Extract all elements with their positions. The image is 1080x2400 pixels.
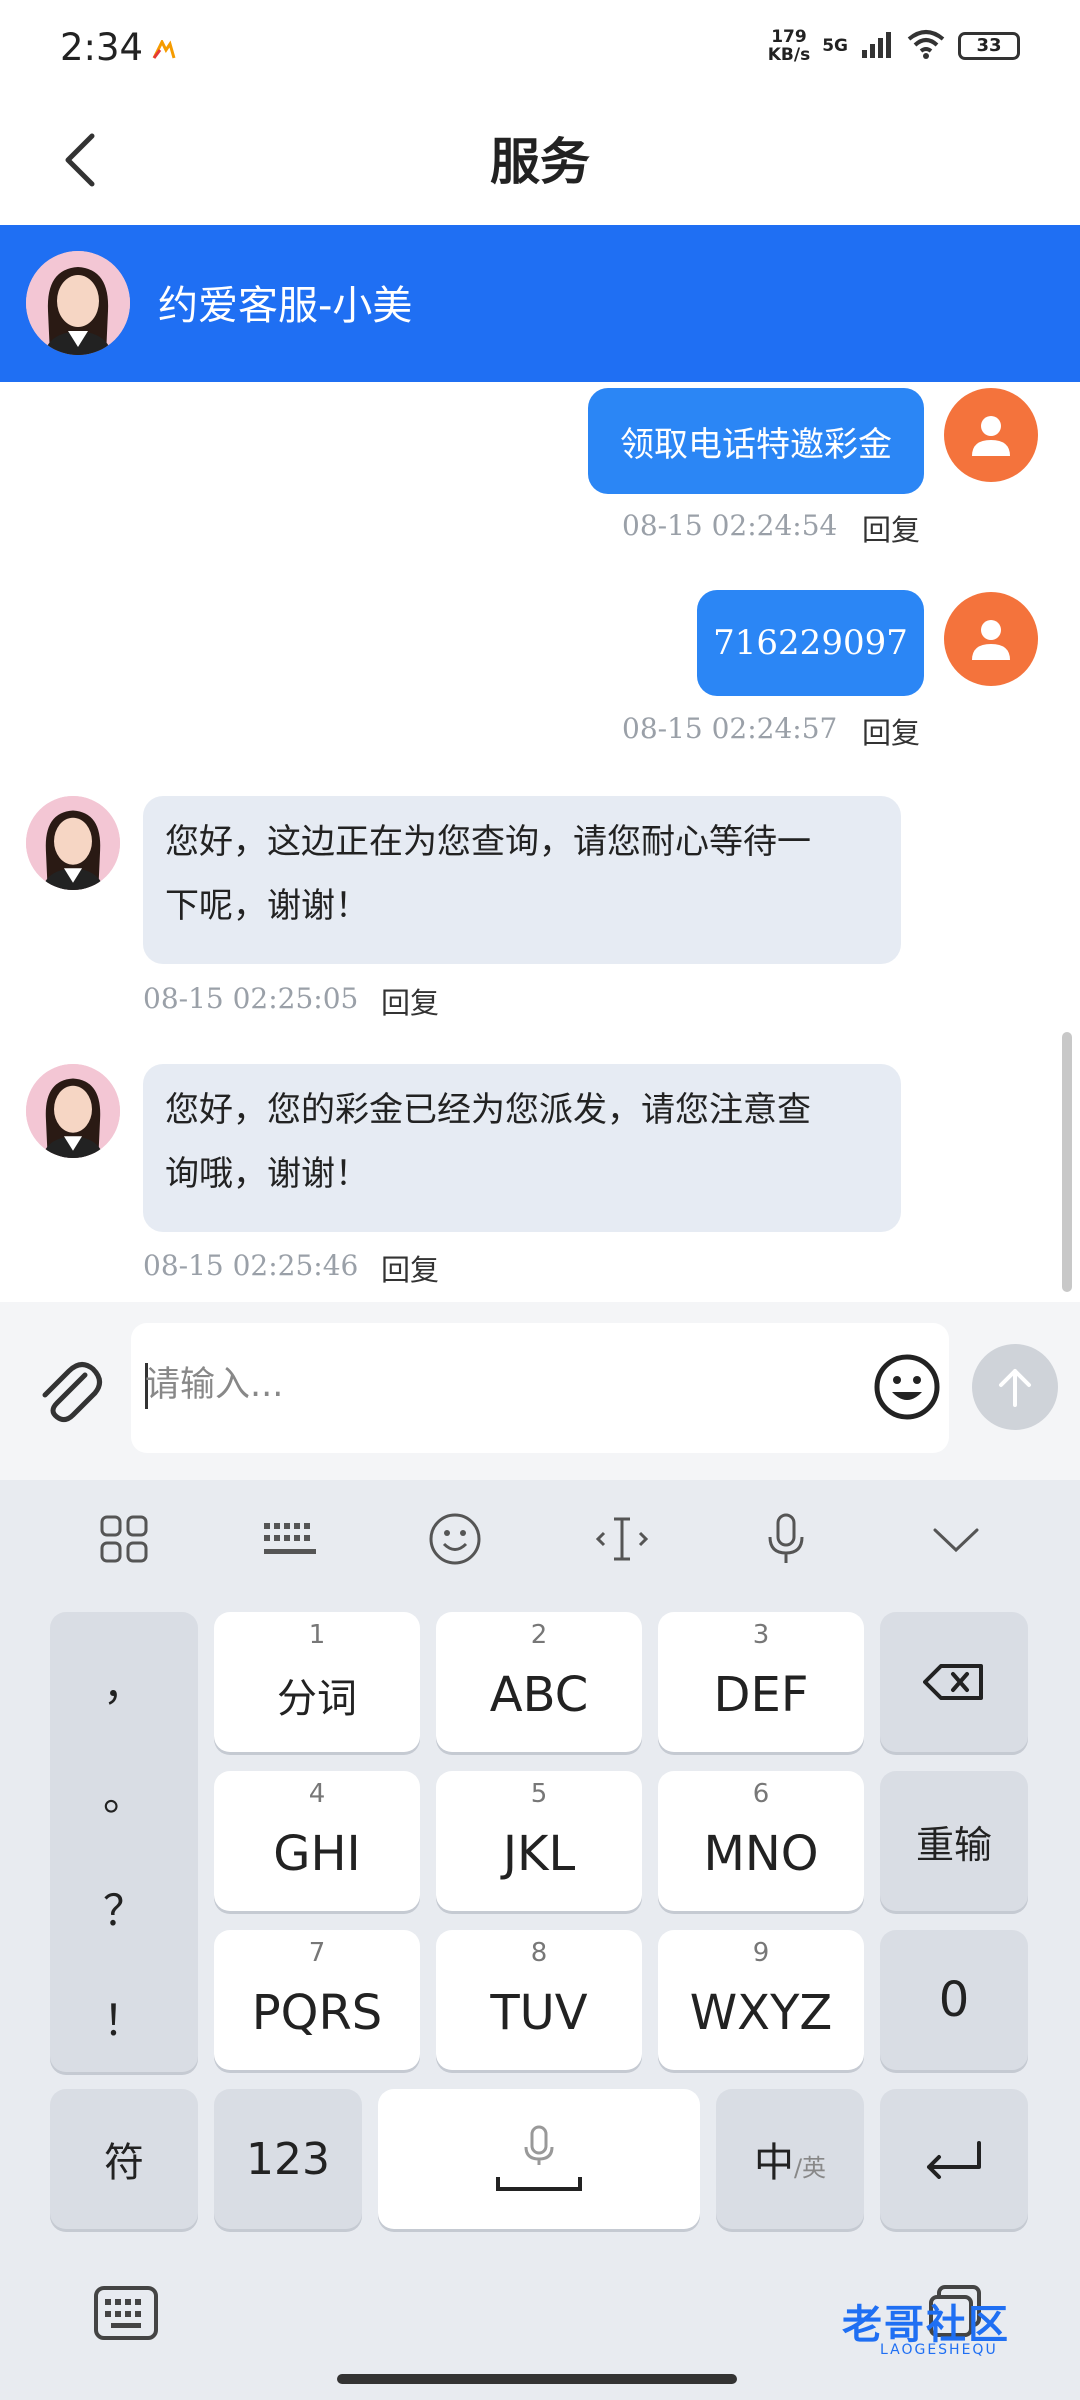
status-time: 2:34 — [60, 26, 144, 69]
microphone-icon — [768, 1513, 804, 1563]
key-1[interactable]: 1 分词 — [214, 1612, 420, 1752]
status-bar: 2:34 179 KB/s 5G 33 — [0, 0, 1080, 100]
reply-link[interactable]: 回复 — [862, 507, 920, 549]
message-text-line: 询哦，谢谢！ — [165, 1154, 369, 1194]
punctuation-column[interactable]: ， 。 ？ ！ — [50, 1612, 198, 2072]
smiley-icon — [874, 1354, 940, 1420]
agent-avatar — [26, 1064, 120, 1158]
user-icon — [972, 416, 1010, 456]
chat-scrollbar[interactable] — [1062, 1032, 1072, 1292]
message-text: 716229097 — [713, 623, 908, 663]
user-avatar — [944, 592, 1038, 686]
agent-name: 约爱客服-小美 — [158, 283, 413, 329]
wifi-icon — [906, 29, 946, 63]
reply-link[interactable]: 回复 — [862, 710, 920, 752]
outgoing-message-bubble[interactable]: 领取电话特邀彩金 — [588, 388, 924, 494]
network-speed: 179 KB/s — [767, 27, 811, 65]
key-6[interactable]: 6 MNO — [658, 1771, 864, 1911]
message-text-line: 下呢，谢谢！ — [165, 886, 369, 926]
agent-avatar — [26, 796, 120, 890]
key-4[interactable]: 4 GHI — [214, 1771, 420, 1911]
user-avatar — [944, 388, 1038, 482]
reply-link[interactable]: 回复 — [381, 1247, 439, 1289]
send-button[interactable] — [972, 1344, 1058, 1430]
user-icon — [972, 620, 1010, 660]
watermark-subtitle: LAOGESHEQU — [880, 2342, 998, 2358]
space-key[interactable] — [378, 2089, 700, 2229]
message-text-line: 您好，这边正在为您查询，请您耐心等待一 — [165, 822, 811, 862]
punct-key[interactable]: ？ — [50, 1877, 198, 1938]
chat-area[interactable]: 领取电话特邀彩金 08-15 02:24:54 回复 716229097 08-… — [0, 382, 1080, 1302]
message-input-bar — [0, 1302, 1080, 1480]
arrow-up-icon — [999, 1369, 1031, 1407]
space-mic-icon — [496, 2125, 582, 2191]
emoji-button[interactable] — [869, 1349, 945, 1425]
network-type: 5G — [822, 36, 848, 56]
message-timestamp: 08-15 02:25:05 — [143, 982, 359, 1015]
keyboard-layout-button[interactable] — [250, 1508, 330, 1570]
attach-button[interactable] — [28, 1350, 108, 1430]
key-2[interactable]: 2 ABC — [436, 1612, 642, 1752]
switch-keyboard-button[interactable] — [90, 2282, 162, 2344]
voice-input-button[interactable] — [746, 1508, 826, 1570]
grid-menu-button[interactable] — [84, 1508, 164, 1570]
enter-icon — [927, 2141, 981, 2179]
app-notification-icon — [152, 34, 176, 67]
message-timestamp: 08-15 02:25:46 — [143, 1249, 359, 1282]
keyboard-icon — [264, 1523, 316, 1554]
key-7[interactable]: 7 PQRS — [214, 1930, 420, 2070]
punct-key[interactable]: ！ — [50, 1987, 198, 2048]
paperclip-icon — [42, 1362, 102, 1423]
keyboard: ， 。 ？ ！ 1 分词 2 ABC 3 DEF 4 GHI 5 JKL 6 MNO 重输 … — [0, 1480, 1080, 2400]
reply-link[interactable]: 回复 — [381, 980, 439, 1022]
message-text: 领取电话特邀彩金 — [620, 424, 892, 465]
status-icons: 179 KB/s 5G 33 — [768, 28, 1020, 64]
backspace-icon — [923, 1664, 983, 1700]
incoming-message-bubble[interactable]: 您好，这边正在为您查询，请您耐心等待一 下呢，谢谢！ — [143, 796, 901, 964]
signal-icon — [860, 30, 894, 62]
title-bar: 服务 — [0, 100, 1080, 225]
collapse-keyboard-button[interactable] — [916, 1508, 996, 1570]
outgoing-message-bubble[interactable]: 716229097 — [697, 590, 924, 696]
text-cursor-icon — [595, 1517, 649, 1561]
enter-key[interactable] — [880, 2089, 1028, 2229]
message-input[interactable] — [145, 1355, 845, 1415]
smiley-icon — [429, 1513, 481, 1565]
key-9[interactable]: 9 WXYZ — [658, 1930, 864, 2070]
punct-key[interactable]: 。 — [50, 1762, 198, 1823]
keyboard-icon — [94, 2286, 158, 2340]
key-5[interactable]: 5 JKL — [436, 1771, 642, 1911]
cursor-move-button[interactable] — [582, 1508, 662, 1570]
key-0[interactable]: 0 — [880, 1930, 1028, 2070]
agent-header: 约爱客服-小美 — [0, 225, 1080, 382]
language-switch-key[interactable]: 中/英 — [716, 2089, 864, 2229]
reinput-key[interactable]: 重输 — [880, 1771, 1028, 1911]
emoji-panel-button[interactable] — [415, 1508, 495, 1570]
chevron-down-icon — [933, 1528, 979, 1553]
key-3[interactable]: 3 DEF — [658, 1612, 864, 1752]
message-input-container[interactable] — [131, 1323, 949, 1453]
battery-icon: 33 — [958, 32, 1020, 60]
incoming-message-bubble[interactable]: 您好，您的彩金已经为您派发，请您注意查 询哦，谢谢！ — [143, 1064, 901, 1232]
key-8[interactable]: 8 TUV — [436, 1930, 642, 2070]
agent-avatar — [26, 251, 130, 355]
backspace-key[interactable] — [880, 1612, 1028, 1752]
page-title: 服务 — [490, 133, 590, 191]
numbers-key[interactable]: 123 — [214, 2089, 362, 2229]
grid-icon — [100, 1515, 148, 1563]
message-timestamp: 08-15 02:24:54 — [622, 509, 838, 542]
keyboard-toolbar — [0, 1480, 1080, 1596]
message-timestamp: 08-15 02:24:57 — [622, 712, 838, 745]
punct-key[interactable]: ， — [50, 1652, 198, 1713]
symbols-key[interactable]: 符 — [50, 2089, 198, 2229]
home-indicator[interactable] — [337, 2374, 737, 2384]
message-text-line: 您好，您的彩金已经为您派发，请您注意查 — [165, 1090, 811, 1130]
